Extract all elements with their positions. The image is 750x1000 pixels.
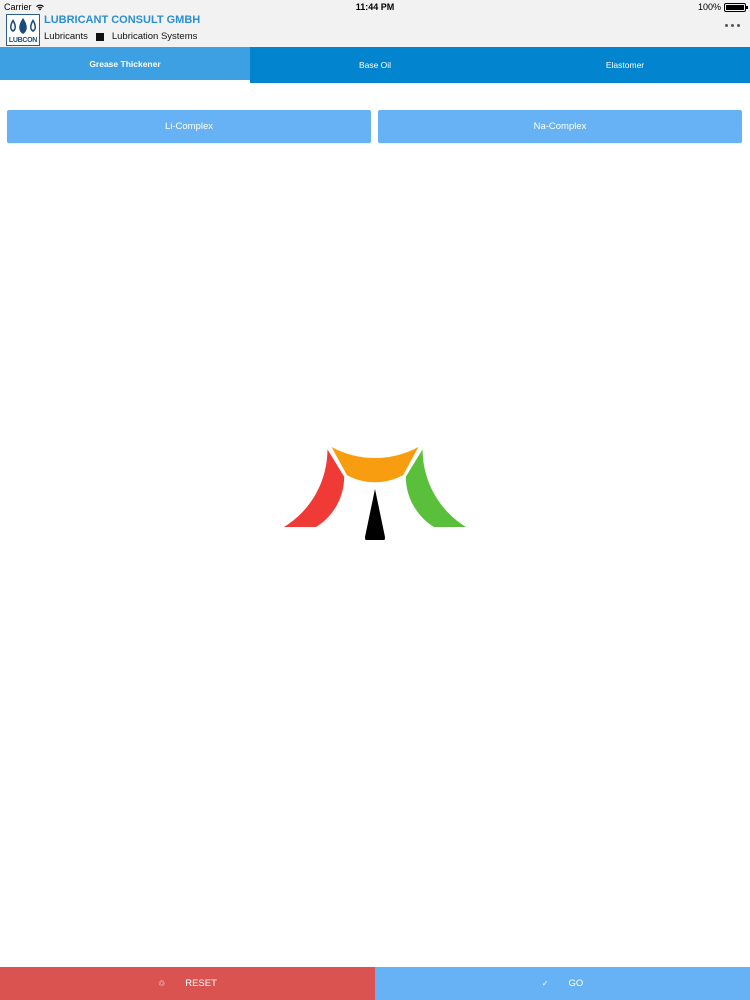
- tab-grease-thickener[interactable]: Grease Thickener: [0, 47, 250, 83]
- gauge-segment-orange: [331, 447, 419, 483]
- company-logo: LUBCON: [6, 14, 40, 46]
- na-complex-button[interactable]: Na-Complex: [378, 110, 742, 143]
- company-subline: Lubricants Lubrication Systems: [44, 31, 197, 42]
- battery-icon: [724, 2, 748, 12]
- bottom-action-bar: ♲ RESET ✓ GO: [0, 967, 750, 1000]
- reset-label: RESET: [185, 978, 217, 989]
- status-bar: Carrier 11:44 PM 100%: [0, 0, 750, 14]
- logo-text: LUBCON: [8, 37, 38, 44]
- category-tabbar: Grease Thickener Base Oil Elastomer: [0, 47, 750, 83]
- tab-elastomer[interactable]: Elastomer: [500, 47, 750, 83]
- gauge-needle: [365, 489, 385, 540]
- compatibility-gauge: [284, 447, 466, 540]
- check-icon: ✓: [541, 979, 549, 988]
- battery-fill: [726, 4, 744, 10]
- subline-lubricants: Lubricants: [44, 31, 88, 42]
- separator-square-icon: [95, 32, 104, 41]
- gauge-segment-red: [284, 449, 345, 527]
- more-dot: [725, 24, 728, 27]
- status-time: 11:44 PM: [355, 2, 395, 12]
- tab-base-oil[interactable]: Base Oil: [250, 47, 500, 83]
- go-button[interactable]: ✓ GO: [375, 967, 750, 1000]
- app-header: LUBCON LUBRICANT CONSULT GMBH Lubricants…: [0, 14, 750, 47]
- battery-label: 100%: [697, 2, 721, 12]
- reset-button[interactable]: ♲ RESET: [0, 967, 375, 1000]
- gauge-segment-green: [405, 449, 466, 527]
- more-dot: [731, 24, 734, 27]
- subline-lubrication-systems: Lubrication Systems: [111, 31, 198, 42]
- status-right: 100%: [697, 2, 748, 12]
- reset-icon: ♲: [158, 979, 166, 988]
- go-label: GO: [568, 978, 584, 989]
- company-name: LUBRICANT CONSULT GMBH: [44, 14, 201, 26]
- logo-drops-icon: [10, 18, 36, 34]
- more-icon[interactable]: [725, 24, 740, 27]
- li-complex-button[interactable]: Li-Complex: [7, 110, 371, 143]
- more-dot: [737, 24, 740, 27]
